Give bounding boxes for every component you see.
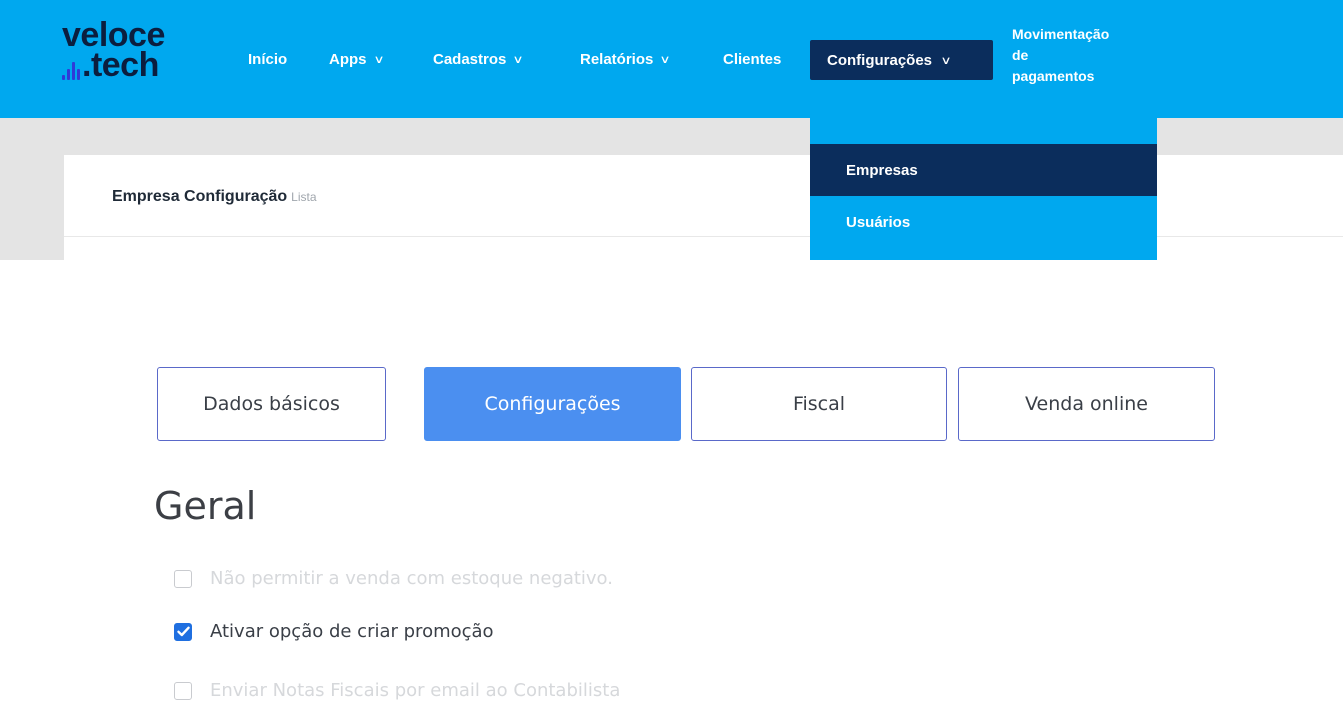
chevron-down-icon: ∨ xyxy=(940,54,952,67)
logo[interactable]: veloce .tech xyxy=(62,18,165,84)
check-icon xyxy=(176,626,190,637)
chevron-down-icon: ∨ xyxy=(659,53,672,66)
chevron-down-icon: ∨ xyxy=(372,53,385,66)
logo-bars-icon xyxy=(62,54,80,80)
nav-cadastros[interactable]: Cadastros ∨ xyxy=(433,0,525,118)
nav-configuracoes[interactable]: Configurações ∨ xyxy=(810,40,993,80)
checkbox[interactable] xyxy=(174,569,192,588)
page-subtitle: Lista xyxy=(291,190,317,204)
tab-dados-basicos[interactable]: Dados básicos xyxy=(157,367,386,441)
nav-apps[interactable]: Apps ∨ xyxy=(329,0,385,118)
option-label: Ativar opção de criar promoção xyxy=(210,621,494,642)
checkbox-checked[interactable] xyxy=(174,622,192,641)
option-label: Enviar Notas Fiscais por email ao Contab… xyxy=(210,680,621,701)
tab-venda-online[interactable]: Venda online xyxy=(958,367,1215,441)
logo-line2: .tech xyxy=(82,46,159,84)
checkbox[interactable] xyxy=(174,681,192,700)
section-title: Geral xyxy=(154,484,257,528)
configuracoes-dropdown: Empresas Usuários xyxy=(810,118,1157,260)
nav-movimentacao-pagamentos[interactable]: Movimentação de pagamentos xyxy=(1012,24,1152,87)
option-enviar-notas[interactable]: Enviar Notas Fiscais por email ao Contab… xyxy=(174,680,620,701)
nav-inicio[interactable]: Início xyxy=(248,0,287,118)
app-screenshot-top: veloce .tech Início Apps ∨ Cadastros ∨ Rel… xyxy=(0,0,1343,260)
dropdown-item-usuarios[interactable]: Usuários xyxy=(810,196,1157,248)
option-label: Não permitir a venda com estoque negativ… xyxy=(210,568,613,589)
option-estoque-negativo[interactable]: Não permitir a venda com estoque negativ… xyxy=(174,568,613,589)
nav-clientes[interactable]: Clientes xyxy=(723,0,781,118)
option-criar-promocao[interactable]: Ativar opção de criar promoção xyxy=(174,621,494,642)
nav-relatorios[interactable]: Relatórios ∨ xyxy=(580,0,672,118)
dropdown-item-empresas[interactable]: Empresas xyxy=(810,144,1157,196)
tab-fiscal[interactable]: Fiscal xyxy=(691,367,947,441)
tab-configuracoes[interactable]: Configurações xyxy=(424,367,681,441)
chevron-down-icon: ∨ xyxy=(512,53,525,66)
navbar: veloce .tech Início Apps ∨ Cadastros ∨ Rel… xyxy=(0,0,1343,118)
page-title: Empresa Configuração Lista xyxy=(112,188,317,205)
